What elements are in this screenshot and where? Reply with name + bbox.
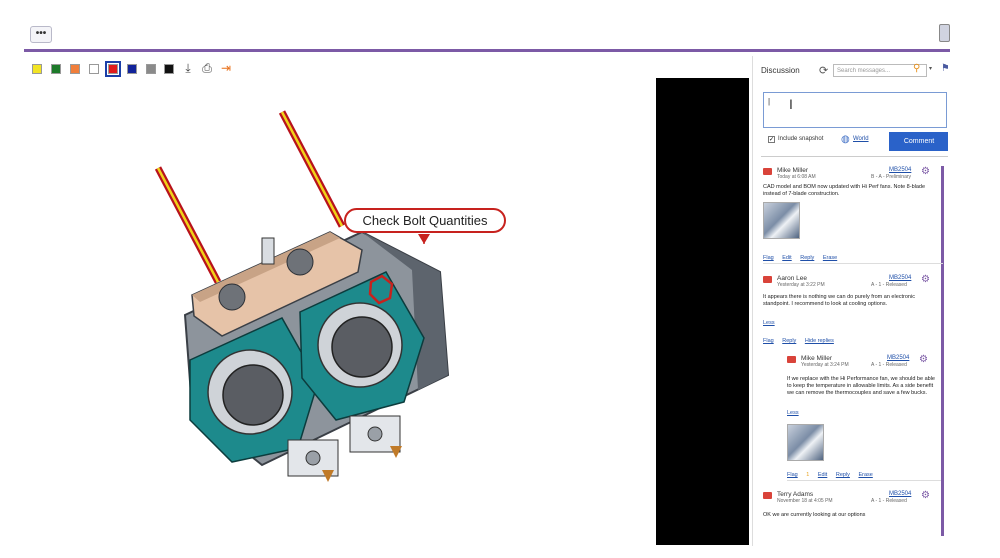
- color-swatch-red[interactable]: [105, 61, 121, 77]
- post: Mike Miller Today at 6:08 AM MB2504 B - …: [763, 166, 943, 264]
- post-time: Yesterday at 3:24 PM: [801, 362, 849, 368]
- post-version-link[interactable]: MB2504: [887, 355, 909, 361]
- export-icon[interactable]: ⇥: [219, 61, 233, 76]
- post-version-link[interactable]: MB2504: [889, 275, 911, 281]
- flag-link[interactable]: Flag: [763, 338, 774, 344]
- heat-pipe-left: [154, 166, 222, 284]
- color-swatch-gray[interactable]: [146, 64, 156, 74]
- edit-link[interactable]: Edit: [782, 255, 791, 261]
- reply-link[interactable]: Reply: [782, 338, 796, 344]
- search-icon[interactable]: ⚲: [913, 63, 920, 74]
- color-swatch-orange[interactable]: [70, 64, 80, 74]
- post-state: B - A - Preliminary: [871, 174, 912, 180]
- hide-replies-link[interactable]: Hide replies: [805, 338, 834, 344]
- globe-icon[interactable]: ◍: [841, 134, 850, 145]
- top-bar: [0, 0, 948, 50]
- erase-link[interactable]: Erase: [823, 255, 837, 261]
- post-state: A - 1 - Released: [871, 282, 907, 288]
- text-cursor-icon: I: [789, 96, 793, 112]
- discussion-panel: Discussion ⟳ Search messages... ⚲ ▾ ⚑ | …: [752, 56, 948, 546]
- post-state: A - 1 - Released: [871, 498, 907, 504]
- reply-post: Mike Miller Yesterday at 3:24 PM MB2504 …: [787, 354, 941, 481]
- less-link[interactable]: Less: [787, 410, 799, 416]
- post: Aaron Lee Yesterday at 3:22 PM MB2504 A …: [763, 274, 941, 346]
- post-author: Mike Miller: [777, 167, 809, 174]
- post-separator: [787, 480, 941, 481]
- post-author: Mike Miller: [801, 355, 833, 362]
- erase-link[interactable]: Erase: [858, 472, 872, 478]
- flag-link[interactable]: Flag: [763, 255, 774, 261]
- model-viewer[interactable]: [20, 80, 656, 545]
- scrollbar[interactable]: [941, 166, 944, 536]
- comment-icon: [763, 276, 772, 283]
- more-options-button[interactable]: •••: [30, 26, 52, 43]
- snapshot-thumbnail[interactable]: [763, 202, 800, 239]
- panel-toggle-icon[interactable]: [939, 24, 950, 42]
- gear-icon[interactable]: ⚙: [919, 354, 928, 365]
- color-swatch-white[interactable]: [89, 64, 99, 74]
- print-icon[interactable]: ⎙: [200, 61, 214, 76]
- color-swatch-navy[interactable]: [127, 64, 137, 74]
- post-body: OK we are currently looking at our optio…: [763, 512, 866, 518]
- snapshot-thumbnail[interactable]: [787, 424, 824, 461]
- refresh-icon[interactable]: ⟳: [819, 64, 828, 77]
- post-actions: Flag 1 Edit Reply Erase: [787, 472, 880, 478]
- chevron-down-icon[interactable]: ▾: [929, 65, 932, 72]
- post-time: Yesterday at 3:22 PM: [777, 282, 825, 288]
- include-snapshot-label: Include snapshot: [778, 136, 824, 142]
- gear-icon[interactable]: ⚙: [921, 166, 930, 177]
- post-state: A - 1 - Released: [871, 362, 907, 368]
- post-actions: Flag Reply Hide replies: [763, 338, 841, 344]
- header-divider: [24, 49, 950, 52]
- divider: [761, 156, 948, 157]
- post-separator: [763, 263, 943, 264]
- heat-pipe-right: [278, 110, 346, 228]
- visibility-select[interactable]: World: [853, 136, 869, 142]
- cad-model: [154, 110, 450, 482]
- post-author: Aaron Lee: [777, 275, 807, 282]
- markup-callout[interactable]: Check Bolt Quantities: [344, 208, 506, 233]
- gear-icon[interactable]: ⚙: [921, 490, 930, 501]
- comment-icon: [787, 356, 796, 363]
- comment-icon: [763, 492, 772, 499]
- post-time: Today at 6:08 AM: [777, 174, 816, 180]
- post-body: CAD model and BOM now updated with Hi Pe…: [763, 184, 926, 197]
- discussion-title: Discussion: [761, 66, 800, 75]
- flag-link[interactable]: Flag: [787, 472, 798, 478]
- post: Terry Adams November 18 at 4:05 PM MB250…: [763, 490, 941, 532]
- less-link[interactable]: Less: [763, 320, 775, 326]
- post-time: November 18 at 4:05 PM: [777, 498, 833, 504]
- comment-icon: [763, 168, 772, 175]
- post-body: It appears there is nothing we can do pu…: [763, 294, 915, 307]
- viewer-side-panel: [656, 78, 749, 545]
- edit-link[interactable]: Edit: [818, 472, 827, 478]
- download-icon[interactable]: ⤓: [181, 61, 195, 76]
- post-author: Terry Adams: [777, 491, 814, 498]
- gear-icon[interactable]: ⚙: [921, 274, 930, 285]
- color-swatch-green[interactable]: [51, 64, 61, 74]
- color-swatch-yellow[interactable]: [32, 64, 42, 74]
- reply-link[interactable]: Reply: [800, 255, 814, 261]
- color-swatch-black[interactable]: [164, 64, 174, 74]
- post-version-link[interactable]: MB2504: [889, 491, 911, 497]
- post-version-link[interactable]: MB2504: [889, 167, 911, 173]
- reply-link[interactable]: Reply: [836, 472, 850, 478]
- include-snapshot-checkbox[interactable]: ✓: [768, 136, 775, 143]
- flag-icon[interactable]: ⚑: [941, 63, 948, 74]
- post-actions: Flag Edit Reply Erase: [763, 255, 844, 261]
- flag-count: 1: [806, 472, 810, 478]
- comment-button[interactable]: Comment: [889, 132, 948, 151]
- post-body: If we replace with the Hi Performance fa…: [787, 376, 935, 396]
